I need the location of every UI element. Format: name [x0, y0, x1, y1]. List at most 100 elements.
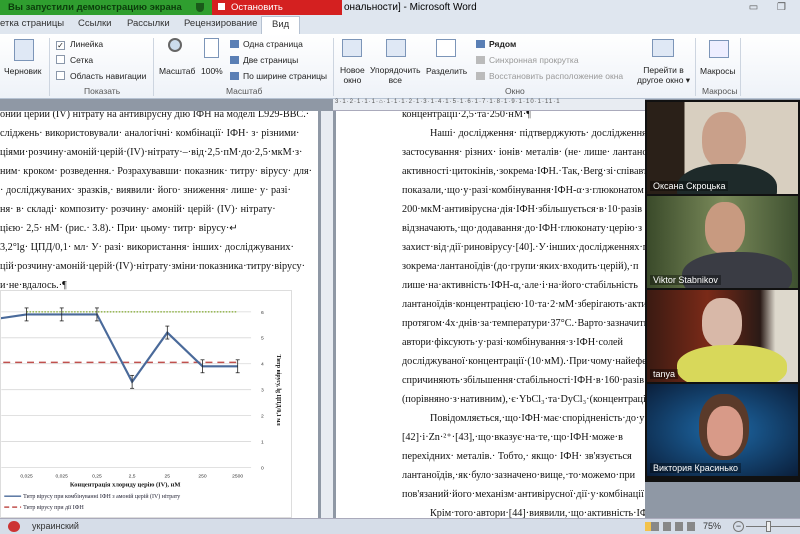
two-pages-label: Две страницы: [243, 55, 299, 65]
language-indicator[interactable]: украинский: [32, 521, 79, 531]
chart: 0 1 2 3 4 5 6 0,025 0,025 0,25 2,5 25 250 2500 Концент…: [0, 290, 292, 518]
draft-view-button[interactable]: Черновик: [4, 66, 42, 76]
stop-sharing-button[interactable]: Остановить демонстрацию: [212, 0, 342, 24]
vertical-ruler[interactable]: [321, 111, 333, 518]
text-line: досліджуваної·концентрації·(10·мМ).·При·…: [402, 356, 645, 367]
text-line: ціями·розчину·амоній·церій·(IV)·нітрату·…: [0, 147, 303, 158]
group-label-macros: Макросы: [702, 86, 738, 96]
text-line: онии церии (IV) нітрату на антивірусну д…: [0, 111, 310, 120]
text-line: спричиняють·збільшення·стабільності·ІФН·…: [402, 375, 645, 386]
text-line: [42]·і·Zn·²⁺·[43],·що·вказує·на·те,·що·І…: [402, 432, 623, 443]
reset-window-label: Восстановить расположение окна: [489, 71, 624, 81]
side-by-side-icon: [476, 40, 485, 48]
draft-view-icon: [14, 39, 34, 61]
side-by-side-label: Рядом: [489, 39, 517, 49]
text-line: цій·розчину·амоній·церій·(IV)·нітрату·зм…: [0, 261, 305, 272]
tab-view[interactable]: Вид: [261, 16, 301, 34]
participant-video: [702, 298, 742, 348]
zoom-100-button[interactable]: 100%: [201, 66, 223, 76]
arrange-all-button[interactable]: Упорядочить все: [370, 65, 421, 85]
side-by-side-button[interactable]: Рядом: [476, 39, 516, 49]
window-title: ональности] - Microsoft Word: [344, 2, 477, 13]
sync-scroll-button[interactable]: Синхронная прокрутка: [476, 55, 579, 65]
text-line: перехідних· металів.· Тобто,· якщо· ІФН·…: [402, 451, 632, 462]
participant-video: [705, 202, 745, 254]
text-line: захист·від·дії·риновірусу·[40].·У·інших·…: [402, 242, 645, 253]
tab-page-layout[interactable]: етка страницы: [0, 18, 64, 29]
text-line: автори·фіксують·у·разі·комбінування·з·ІФ…: [402, 337, 624, 348]
horizontal-ruler[interactable]: 3·1·2·1·1·1·⌂·1·1·1·2·1·3·1·4·1·5·1·6·1·…: [333, 99, 645, 111]
participant-video: [702, 112, 746, 168]
y-axis-label: Титр вірусу, lg ЦПД/0,1 мл: [275, 355, 281, 427]
participant-name: tanya: [650, 369, 679, 379]
navigation-pane-checkbox[interactable]: Область навигации: [56, 71, 146, 81]
arrange-label-2: все: [388, 75, 402, 85]
switch-windows-button[interactable]: Перейти в другое окно ▾: [637, 65, 690, 85]
two-pages-button[interactable]: Две страницы: [230, 55, 298, 65]
y-tick-label: 3: [261, 388, 264, 394]
legend-entry: Титр вірусу при дії ІФН: [23, 505, 84, 511]
one-page-button[interactable]: Одна страница: [230, 39, 303, 49]
participant-body: [677, 345, 787, 382]
grid-checkbox[interactable]: Сетка: [56, 55, 93, 65]
zoom-level[interactable]: 75%: [703, 521, 721, 531]
text-line: лантаноїдів·концентрацією·10·та·2·мМ·збе…: [402, 299, 645, 310]
text-line: 200·мкМ·антивірусна·дія·ІФН·збільшується…: [402, 204, 643, 215]
participant-tile[interactable]: tanya: [647, 290, 798, 382]
document-page-right[interactable]: концентрації·2,5·та·250·нМ·¶ Наші· дослід…: [336, 111, 645, 518]
new-window-label-2: окно: [343, 75, 362, 85]
participant-name: Оксана Скроцька: [650, 181, 729, 191]
split-button[interactable]: Разделить: [426, 66, 467, 76]
participant-name: Viktor Stabnikov: [650, 275, 721, 285]
two-pages-icon: [230, 56, 239, 64]
one-page-label: Одна страница: [243, 39, 303, 49]
macros-icon: [709, 40, 729, 58]
text-line: застосування· різних· іонів· металів· (н…: [402, 147, 645, 158]
zoom-magnifier-icon: [168, 38, 182, 52]
text-line: концентрації·2,5·та·250·нМ·¶: [402, 111, 531, 120]
text-line: відзначають,·що·додавання·до·ІФН·глюкона…: [402, 223, 643, 234]
switch-windows-icon: [652, 39, 674, 57]
text-line: 3,2°lg· ЦПД/0,1· мл· У· разі· використан…: [0, 242, 294, 253]
zoom-slider[interactable]: [746, 526, 800, 527]
ruler-checkbox[interactable]: ✓ Линейка: [56, 39, 103, 50]
new-window-button[interactable]: Новое окно: [340, 65, 365, 85]
sync-scroll-icon: [476, 56, 485, 64]
x-axis-label: Концентрація хлориду церію (IV), нМ: [70, 481, 181, 488]
y-tick-label: 1: [261, 439, 264, 445]
group-label-window: Окно: [505, 86, 525, 96]
status-bar: украинский 75% −: [0, 518, 800, 534]
checkbox-icon: [56, 71, 65, 80]
page-100-icon: [204, 38, 219, 58]
group-label-zoom: Масштаб: [226, 86, 263, 96]
legend-entry: Титр вірусу при комбінуванні ІФН з амоні…: [23, 493, 180, 500]
zoom-slider-thumb[interactable]: [766, 521, 771, 532]
reset-window-position-button[interactable]: Восстановить расположение окна: [476, 71, 623, 81]
window-controls[interactable]: ▭ ❐: [749, 2, 794, 13]
macros-button[interactable]: Макросы: [700, 66, 735, 76]
participant-tile[interactable]: Виктория Красинько: [647, 384, 798, 476]
group-label-show: Показать: [84, 86, 121, 96]
tab-mailings[interactable]: Рассылки: [127, 18, 170, 29]
text-line: · досліджуваних· зразків,· виявили· його…: [0, 185, 291, 196]
x-tick-label: 2500: [232, 473, 243, 479]
participant-tile[interactable]: Viktor Stabnikov: [647, 196, 798, 288]
switch-label: Перейти в: [643, 65, 684, 75]
text-line: сліджень· використовували· аналогічні· к…: [0, 128, 300, 139]
spellcheck-icon[interactable]: [8, 521, 20, 532]
checkbox-icon: [56, 55, 65, 64]
y-tick-label: 0: [261, 465, 264, 471]
page-width-button[interactable]: По ширине страницы: [230, 71, 327, 81]
participant-tile[interactable]: Оксана Скроцька: [647, 102, 798, 194]
text-line: Повідомляється,·що·ІФН·має·спорідненість…: [430, 413, 645, 424]
view-mode-icons[interactable]: [645, 522, 695, 531]
arrange-all-icon: [386, 39, 406, 57]
text-line: ним· кроком· розведення.· Розрахувавши· …: [0, 166, 312, 177]
zoom-button[interactable]: Масштаб: [159, 66, 195, 76]
zoom-out-icon[interactable]: −: [733, 521, 744, 532]
participant-name: Виктория Красинько: [650, 463, 741, 473]
stop-icon: [218, 3, 225, 10]
tab-references[interactable]: Ссылки: [78, 18, 111, 29]
screen-share-banner: Вы запустили демонстрацию экрана: [0, 0, 212, 15]
tab-review[interactable]: Рецензирование: [184, 18, 257, 29]
